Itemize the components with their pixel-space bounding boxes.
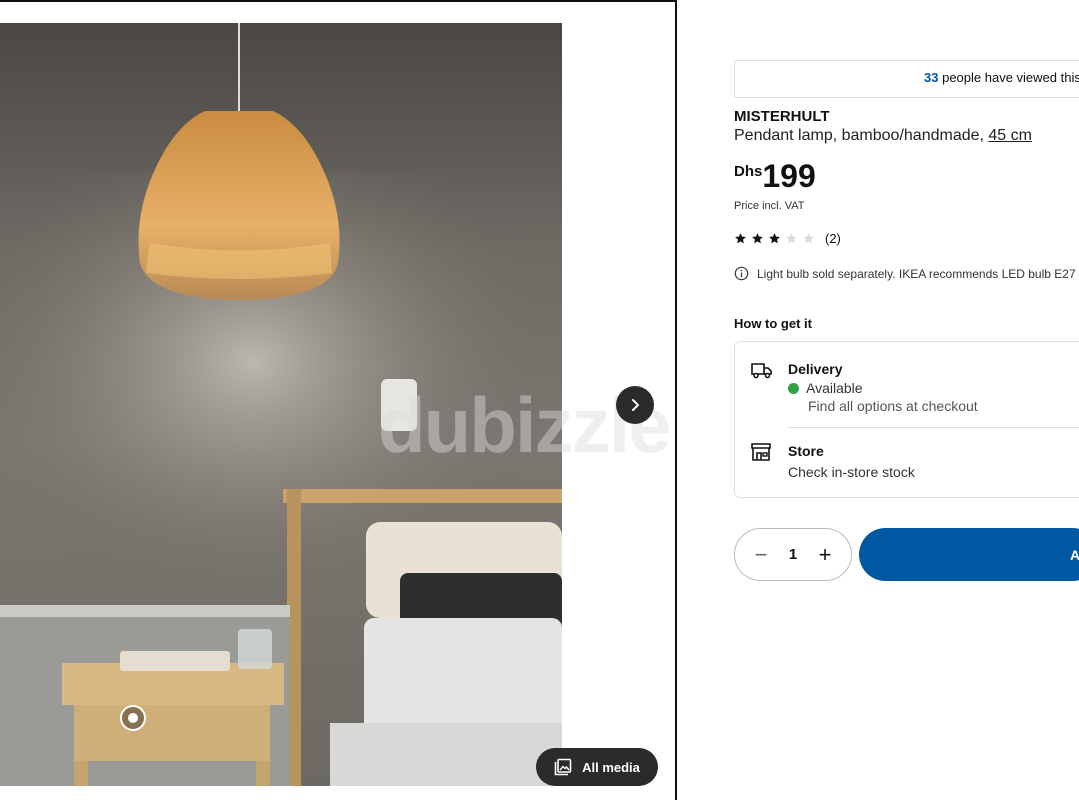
product-name: MISTERHULT: [734, 108, 830, 125]
star-filled-icon: [769, 233, 780, 244]
info-icon: [734, 266, 749, 281]
viewed-banner: 33 people have viewed this: [734, 60, 1079, 98]
decrease-quantity-button[interactable]: −: [751, 542, 771, 568]
viewed-text: people have viewed this: [942, 70, 1079, 85]
store-icon: [751, 443, 771, 461]
delivery-availability: Available: [788, 380, 863, 396]
store-title: Store: [788, 443, 824, 459]
available-dot-icon: [788, 382, 799, 394]
product-description: Pendant lamp, bamboo/handmade, 45 cm: [734, 127, 1032, 145]
price-note: Price incl. VAT: [734, 200, 805, 212]
how-to-get-heading: How to get it: [734, 316, 812, 331]
rating[interactable]: (2): [734, 231, 841, 246]
product-photo-illustration: [0, 23, 562, 786]
chevron-right-icon: [632, 399, 639, 411]
size-link[interactable]: 45 cm: [988, 127, 1032, 144]
fulfilment-options: Delivery Available Find all options at c…: [734, 341, 1079, 498]
rating-stars: [734, 232, 815, 245]
add-to-bag-button[interactable]: A: [859, 528, 1079, 581]
star-filled-icon: [735, 233, 746, 244]
gallery-icon: [554, 758, 572, 776]
options-divider: [788, 427, 1079, 428]
bulb-note: Light bulb sold separately. IKEA recomme…: [734, 266, 1079, 281]
product-description-text: Pendant lamp, bamboo/handmade,: [734, 127, 984, 144]
delivery-note: Find all options at checkout: [808, 398, 978, 414]
image-indicator-dot[interactable]: [120, 705, 146, 731]
viewed-count: 33: [924, 70, 939, 85]
truck-icon: [751, 363, 772, 379]
add-to-bag-label: A: [1070, 546, 1079, 563]
star-filled-icon: [752, 233, 763, 244]
increase-quantity-button[interactable]: +: [815, 542, 835, 568]
product-gallery: dubizzle All media: [0, 0, 677, 800]
delivery-title: Delivery: [788, 361, 843, 377]
bulb-note-text: Light bulb sold separately. IKEA recomme…: [757, 266, 1079, 281]
next-image-button[interactable]: [616, 386, 654, 424]
all-media-button[interactable]: All media: [536, 748, 658, 786]
review-count[interactable]: (2): [825, 231, 841, 246]
price: Dhs199: [734, 158, 816, 195]
price-currency: Dhs: [734, 163, 763, 180]
product-photo[interactable]: [0, 23, 562, 786]
star-empty-icon: [786, 233, 797, 244]
all-media-label: All media: [582, 759, 640, 775]
price-value: 199: [762, 158, 816, 194]
store-note: Check in-store stock: [788, 464, 915, 480]
quantity-value[interactable]: 1: [789, 546, 797, 563]
quantity-stepper[interactable]: − 1 +: [734, 528, 852, 581]
star-empty-icon: [803, 233, 814, 244]
delivery-status: Available: [806, 380, 863, 396]
